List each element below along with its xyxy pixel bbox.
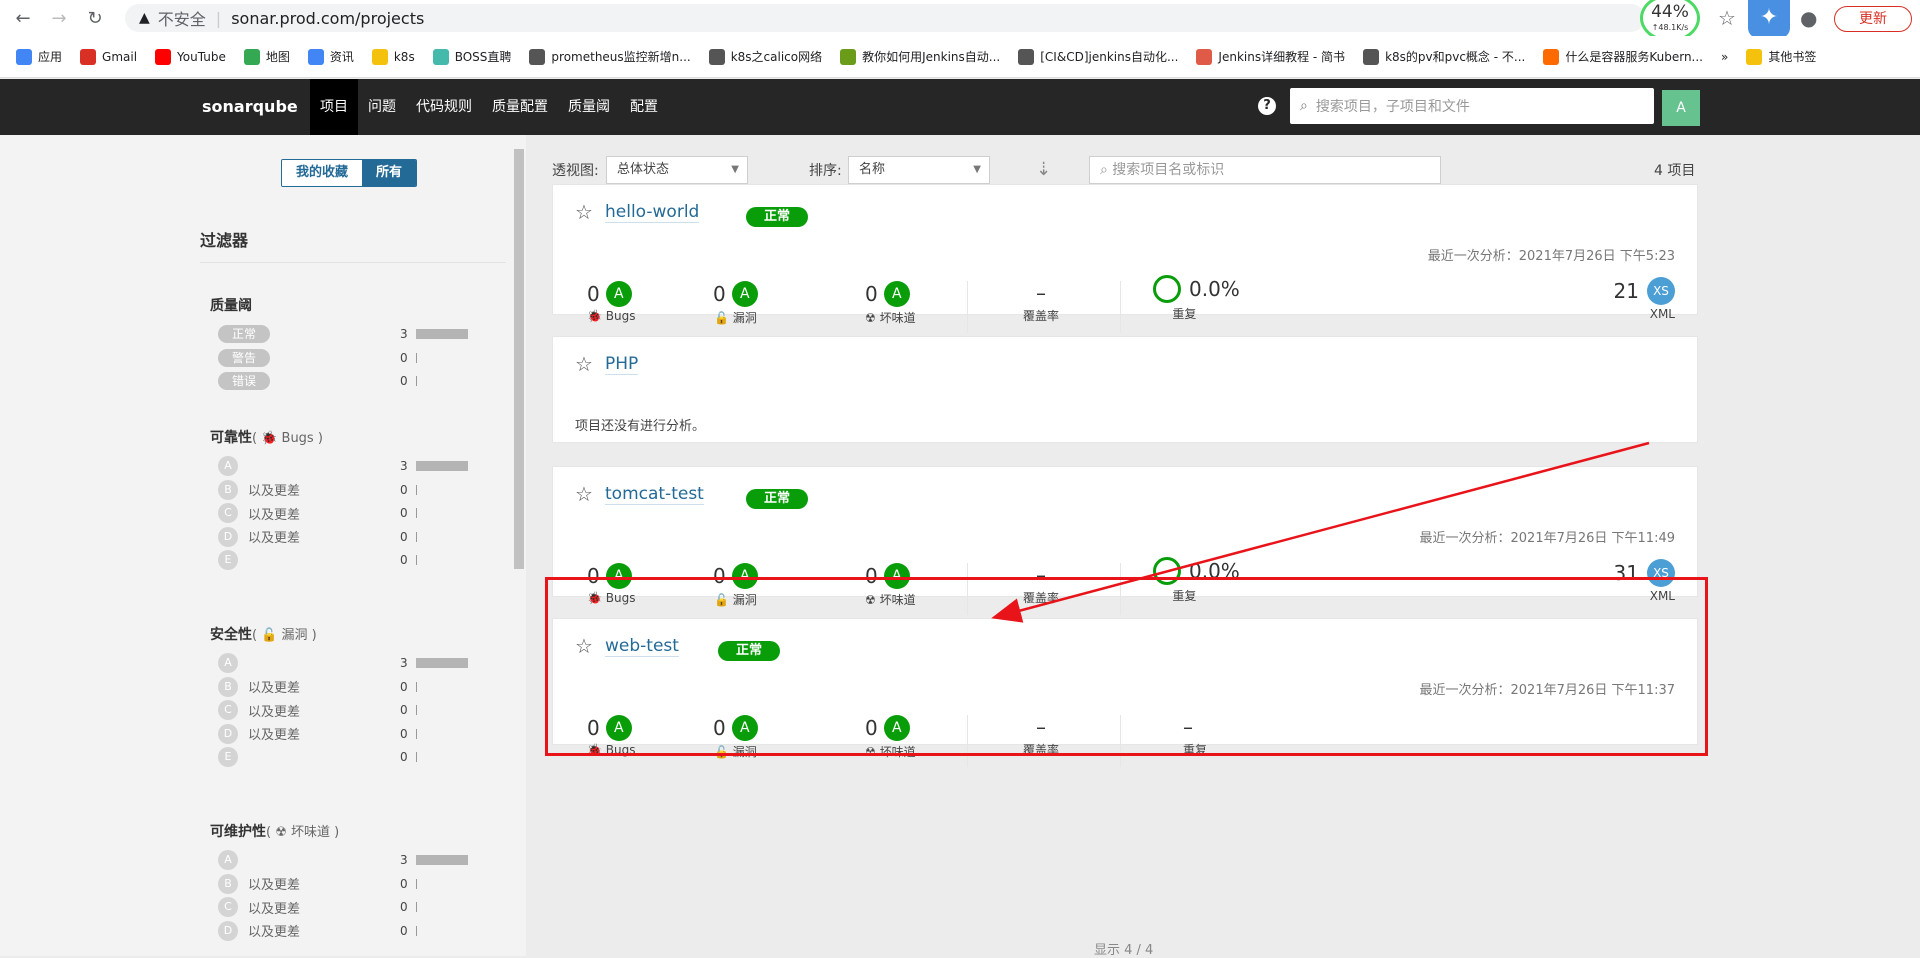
annotation-arrow	[991, 441, 1650, 623]
